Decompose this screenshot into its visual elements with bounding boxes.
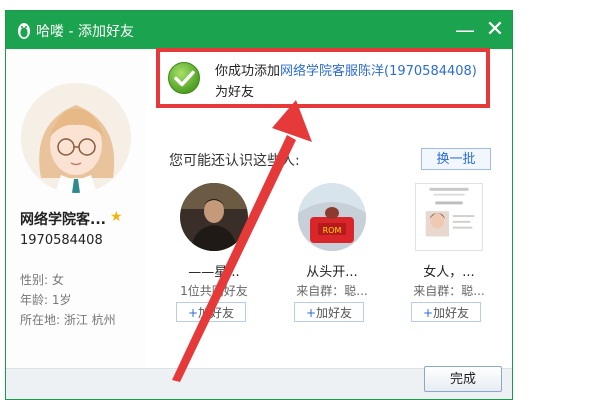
profile-panel: 网络学院客... ★ 1970584408 性别: 女 年龄: 1岁 所在地: … [6, 49, 146, 369]
plus-icon: + [305, 306, 317, 320]
suggestion-avatar[interactable]: ROM [298, 183, 366, 251]
close-button[interactable]: ✕ [482, 17, 508, 43]
penguin-icon [18, 23, 30, 39]
suggestion-name: 从头开... [306, 265, 358, 280]
profile-qq-number: 1970584408 [20, 233, 103, 248]
plus-icon: + [422, 306, 434, 320]
success-check-icon [168, 62, 200, 94]
title-bar[interactable]: 哈喽 - 添加好友 — ✕ [6, 11, 512, 49]
profile-age: 年龄: 1岁 [20, 293, 72, 307]
profile-avatar [21, 83, 131, 193]
success-suffix: 为好友 [215, 85, 255, 100]
add-friend-label: 加好友 [198, 306, 235, 320]
refresh-button[interactable]: 换一批 [421, 148, 491, 170]
done-button[interactable]: 完成 [424, 366, 502, 392]
add-friend-button[interactable]: +加好友 [411, 302, 481, 322]
add-friend-window: 哈喽 - 添加好友 — ✕ 网络学院客... ★ 1970584408 性别: … [5, 10, 513, 400]
profile-nickname: 网络学院客... [20, 212, 106, 228]
add-friend-button[interactable]: +加好友 [294, 302, 364, 322]
minimize-button[interactable]: — [452, 17, 478, 43]
suggestion-source: 来自群：聪... [296, 284, 368, 298]
profile-location: 所在地: 浙江 杭州 [20, 313, 116, 327]
success-prefix: 你成功添加 [215, 64, 281, 79]
suggestion-avatar[interactable] [180, 183, 248, 251]
suggestion-avatar[interactable] [415, 183, 483, 251]
suggestion-source: 1位共同好友 [180, 284, 248, 298]
success-message: 你成功添加网络学院客服陈洋(1970584408) 为好友 [156, 48, 490, 108]
suggestion-name: 女人，... [423, 265, 475, 280]
add-friend-button[interactable]: +加好友 [176, 302, 246, 322]
profile-gender: 性别: 女 [20, 273, 64, 287]
plus-icon: + [187, 306, 199, 320]
friend-link[interactable]: 网络学院客服陈洋(1970584408) [280, 64, 477, 79]
add-friend-label: 加好友 [316, 306, 353, 320]
star-icon: ★ [110, 209, 123, 225]
suggestion-source: 来自群：聪... [413, 284, 485, 298]
window-title: 哈喽 - 添加好友 [36, 24, 134, 40]
add-friend-label: 加好友 [433, 306, 470, 320]
suggestion-name: ——星... [188, 265, 240, 280]
suggestions-label: 您可能还认识这些人: [169, 153, 300, 169]
svg-text:ROM: ROM [323, 226, 342, 235]
